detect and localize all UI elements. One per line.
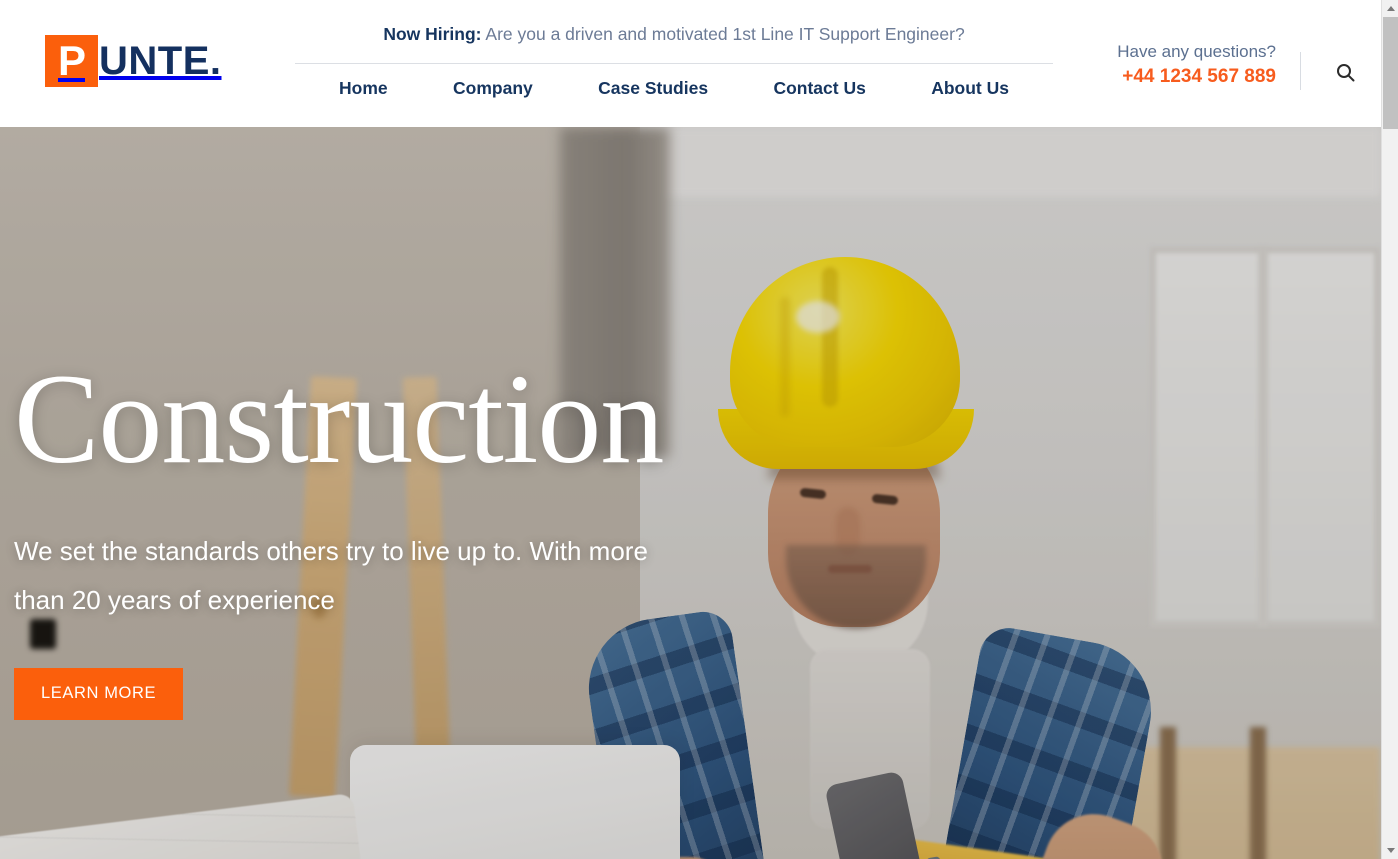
learn-more-button[interactable]: LEARN MORE — [14, 668, 184, 720]
hero-title: Construction — [14, 348, 664, 490]
contact-question-label: Have any questions? — [1117, 42, 1276, 61]
search-button[interactable] — [1331, 58, 1359, 86]
hero-section: Construction We set the standards others… — [0, 127, 1381, 859]
page-scrollbar[interactable] — [1381, 0, 1398, 859]
nav-item-home[interactable]: Home — [339, 78, 388, 99]
hero-copy-block: Construction We set the standards others… — [14, 355, 794, 720]
nav-item-about-us[interactable]: About Us — [931, 78, 1009, 99]
contact-phone-link[interactable]: +44 1234 567 889 — [1026, 64, 1276, 90]
scroll-up-arrow-icon[interactable] — [1382, 0, 1398, 17]
page-content: P UNTE. Now Hiring: Are you a driven and… — [0, 0, 1381, 859]
nav-item-contact-us[interactable]: Contact Us — [773, 78, 865, 99]
logo-mark: P — [45, 35, 98, 87]
now-hiring-banner: Now Hiring: Are you a driven and motivat… — [295, 22, 1053, 46]
now-hiring-text: Are you a driven and motivated 1st Line … — [485, 24, 965, 44]
nav-item-company[interactable]: Company — [453, 78, 533, 99]
logo-mark-letter: P — [57, 37, 86, 84]
site-header: P UNTE. Now Hiring: Are you a driven and… — [0, 0, 1381, 127]
hero-subtitle: We set the standards others try to live … — [14, 536, 648, 615]
site-logo[interactable]: P UNTE. — [45, 35, 222, 87]
search-icon — [1336, 63, 1354, 81]
scroll-down-arrow-icon[interactable] — [1382, 842, 1398, 859]
nav-item-case-studies[interactable]: Case Studies — [598, 78, 708, 99]
main-navigation: Home Company Case Studies Contact Us Abo… — [295, 78, 1053, 99]
header-contact-block: Have any questions? +44 1234 567 889 — [1026, 40, 1276, 90]
header-vertical-divider — [1300, 52, 1301, 90]
browser-viewport: P UNTE. Now Hiring: Are you a driven and… — [0, 0, 1398, 859]
header-divider-line — [295, 63, 1053, 64]
scrollbar-thumb[interactable] — [1383, 17, 1398, 129]
logo-wordmark: UNTE. — [99, 39, 222, 83]
now-hiring-label: Now Hiring: — [383, 24, 482, 44]
